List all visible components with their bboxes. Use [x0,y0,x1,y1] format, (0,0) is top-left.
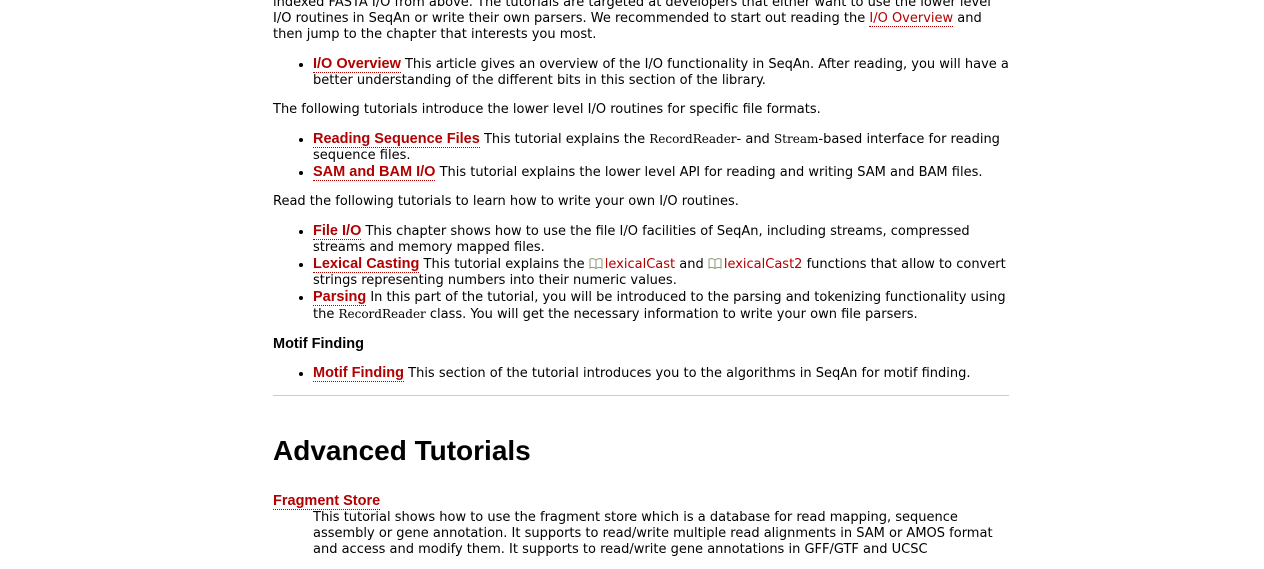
list-item: Reading Sequence Files This tutorial exp… [313,131,1009,164]
io-overview-link[interactable]: I/O Overview [313,56,401,73]
list-item: File I/O This chapter shows how to use t… [313,223,1009,256]
book-icon [589,258,603,269]
lexicalcast-doc-link[interactable]: lexicalCast [589,257,675,272]
list-item-desc: This section of the tutorial introduces … [404,366,971,381]
lexical-casting-link[interactable]: Lexical Casting [313,256,420,273]
list-item: SAM and BAM I/O This tutorial explains t… [313,164,1009,181]
fragment-store-desc: This tutorial shows how to use the fragm… [313,510,993,557]
code-record-reader: RecordReader [338,307,426,321]
list-item-desc: This chapter shows how to use the file I… [313,224,970,255]
list-item-desc: This article gives an overview of the I/… [313,57,1009,88]
overview-list: I/O Overview This article gives an overv… [273,56,1009,89]
list-item: Motif Finding This section of the tutori… [313,365,1009,382]
intro-paragraph: indexed FASTA I/O from above. The tutori… [273,0,1009,43]
parsing-link[interactable]: Parsing [313,289,367,306]
motif-finding-heading: Motif Finding [273,336,364,352]
list-item-desc: This tutorial explains the [419,257,589,272]
sam-bam-io-link[interactable]: SAM and BAM I/O [313,164,436,181]
own-io-list: File I/O This chapter shows how to use t… [273,223,1009,323]
list-item-desc: and [675,257,708,272]
code-record-reader: RecordReader [649,132,737,146]
definition-term: Fragment Store [273,493,1009,510]
file-io-link[interactable]: File I/O [313,223,362,240]
list-item-desc: class. You will get the necessary inform… [425,307,918,322]
main-content: indexed FASTA I/O from above. The tutori… [273,0,1009,558]
advanced-list: Fragment Store This tutorial shows how t… [273,493,1009,558]
section-divider [273,395,1009,396]
list-item: Parsing In this part of the tutorial, yo… [313,289,1009,323]
list-item-desc: This tutorial explains the [479,132,650,147]
file-format-list: Reading Sequence Files This tutorial exp… [273,131,1009,181]
advanced-tutorials-heading: Advanced Tutorials [273,435,531,466]
fragment-store-link[interactable]: Fragment Store [273,493,381,510]
code-stream: Stream [773,132,819,146]
motif-finding-link[interactable]: Motif Finding [313,365,404,382]
lexicalcast-link-text: lexicalCast [604,257,676,272]
book-icon [708,258,722,269]
lexicalcast2-doc-link[interactable]: lexicalCast2 [708,257,803,272]
motif-list: Motif Finding This section of the tutori… [273,365,1009,382]
lexicalcast2-link-text: lexicalCast2 [723,257,803,272]
list-item: Lexical Casting This tutorial explains t… [313,256,1009,289]
lower-level-intro: The following tutorials introduce the lo… [273,102,821,117]
list-item: I/O Overview This article gives an overv… [313,56,1009,89]
list-item-desc: - and [736,132,774,147]
own-io-intro: Read the following tutorials to learn ho… [273,194,739,209]
reading-sequence-files-link[interactable]: Reading Sequence Files [313,131,480,148]
io-overview-inline-link[interactable]: I/O Overview [869,11,954,27]
list-item-desc: This tutorial explains the lower level A… [435,165,983,180]
